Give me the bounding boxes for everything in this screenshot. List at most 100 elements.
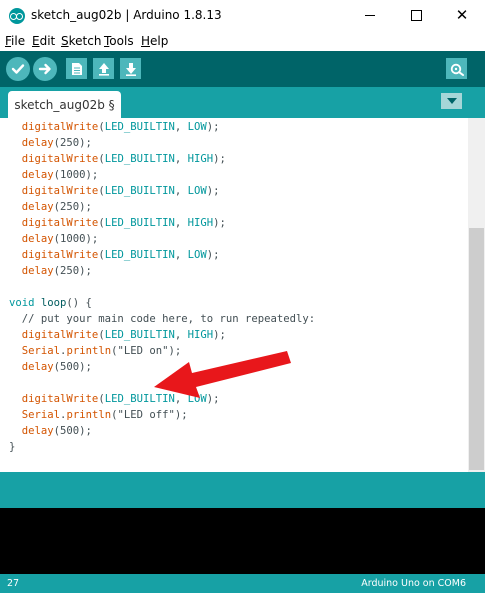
save-button[interactable]	[120, 58, 141, 79]
code-token: digitalWrite	[21, 329, 99, 341]
minimize-button[interactable]	[347, 0, 393, 31]
save-icon	[125, 62, 136, 76]
code-line: digitalWrite(LED_BUILTIN, LOW);	[9, 183, 220, 199]
maximize-icon	[410, 10, 422, 21]
serial-monitor-button[interactable]	[446, 58, 467, 79]
code-token: HIGH	[187, 329, 214, 341]
code-token: (250);	[53, 265, 92, 277]
code-token: delay	[21, 137, 54, 149]
code-token: // put your main code here, to run repea…	[9, 313, 316, 325]
code-token: delay	[21, 265, 54, 277]
code-token: );	[206, 393, 220, 405]
code-token: LED_BUILTIN	[104, 121, 175, 133]
code-line: digitalWrite(LED_BUILTIN, HIGH);	[9, 215, 226, 231]
code-token: ,	[174, 393, 188, 405]
code-token: println	[66, 345, 112, 357]
code-line: Serial.println("LED off");	[9, 407, 188, 423]
code-token: HIGH	[187, 153, 214, 165]
code-token: delay	[21, 201, 54, 213]
new-button[interactable]	[66, 58, 87, 79]
code-line: }	[9, 439, 15, 455]
code-token: ,	[174, 329, 188, 341]
code-token: );	[213, 153, 226, 165]
code-token: (250);	[53, 201, 92, 213]
menu-file[interactable]: File	[5, 34, 25, 48]
code-token: ,	[174, 185, 188, 197]
code-token: digitalWrite	[21, 153, 99, 165]
code-token: digitalWrite	[21, 185, 99, 197]
menu-sketch[interactable]: Sketch	[61, 34, 101, 48]
code-token: delay	[21, 425, 54, 437]
code-token: Serial	[21, 345, 61, 357]
code-token: LED_BUILTIN	[104, 217, 175, 229]
code-token: LED_BUILTIN	[104, 249, 175, 261]
code-token: LOW	[187, 393, 207, 405]
code-token: HIGH	[187, 217, 214, 229]
code-token: digitalWrite	[21, 249, 99, 261]
code-token: LED_BUILTIN	[104, 185, 175, 197]
code-token: digitalWrite	[21, 393, 99, 405]
code-line: Serial.println("LED on");	[9, 343, 182, 359]
board-port: Arduino Uno on COM6	[361, 578, 466, 589]
code-line: delay(500);	[9, 423, 92, 439]
toolbar	[0, 51, 485, 87]
minimize-icon	[365, 15, 375, 16]
code-token: delay	[21, 361, 54, 373]
code-token: ,	[174, 153, 188, 165]
code-token: (500);	[53, 361, 92, 373]
code-token: delay	[21, 169, 54, 181]
code-token: () {	[66, 297, 92, 309]
code-line: digitalWrite(LED_BUILTIN, LOW);	[9, 247, 220, 263]
verify-button[interactable]	[6, 57, 30, 81]
code-line: // put your main code here, to run repea…	[9, 311, 315, 327]
menu-help[interactable]: Help	[141, 34, 168, 48]
code-token: delay	[21, 233, 54, 245]
console-output	[0, 508, 485, 574]
code-token: println	[66, 409, 112, 421]
tab-menu-button[interactable]	[441, 93, 462, 109]
code-token: );	[206, 185, 220, 197]
window-title: sketch_aug02b | Arduino 1.8.13	[31, 8, 222, 22]
code-token: ("LED off");	[111, 409, 188, 421]
close-button[interactable]: ✕	[439, 0, 485, 31]
code-editor[interactable]: digitalWrite(LED_BUILTIN, LOW); delay(25…	[0, 118, 468, 472]
code-token: LED_BUILTIN	[104, 153, 175, 165]
open-icon	[98, 62, 109, 76]
code-line: delay(1000);	[9, 167, 99, 183]
line-number: 27	[7, 578, 20, 589]
code-token: LOW	[187, 121, 207, 133]
menu-edit[interactable]: Edit	[32, 34, 55, 48]
new-icon	[71, 62, 82, 75]
verify-icon	[11, 64, 25, 74]
code-token: }	[9, 441, 16, 453]
code-token: LED_BUILTIN	[104, 393, 175, 405]
tab-sketch[interactable]: sketch_aug02b §	[8, 91, 121, 118]
scrollbar-thumb[interactable]	[469, 228, 484, 470]
open-button[interactable]	[93, 58, 114, 79]
code-token: (1000);	[53, 169, 99, 181]
code-line: digitalWrite(LED_BUILTIN, LOW);	[9, 119, 220, 135]
status-bar: 27 Arduino Uno on COM6	[0, 574, 485, 593]
code-token: );	[213, 217, 226, 229]
code-token: digitalWrite	[21, 121, 99, 133]
upload-button[interactable]	[33, 57, 57, 81]
code-token: );	[206, 121, 220, 133]
maximize-button[interactable]	[393, 0, 439, 31]
menu-tools[interactable]: Tools	[104, 34, 134, 48]
code-token: (250);	[53, 137, 92, 149]
code-token: );	[206, 249, 220, 261]
menu-bar: File Edit Sketch Tools Help	[0, 31, 485, 51]
code-line: digitalWrite(LED_BUILTIN, HIGH);	[9, 327, 226, 343]
code-line: void loop() {	[9, 295, 92, 311]
editor-scrollbar[interactable]	[468, 118, 485, 472]
